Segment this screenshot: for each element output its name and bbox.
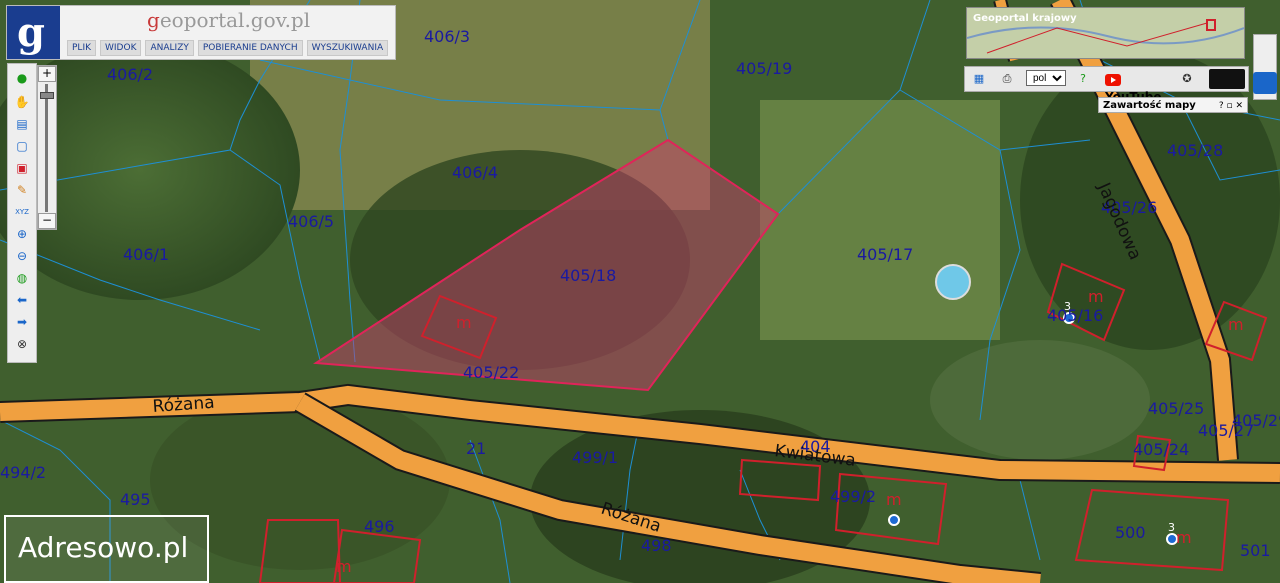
svg-text:m: m: [1088, 287, 1104, 306]
pan-hand-icon[interactable]: ✋: [14, 94, 30, 110]
plot-label: 494/2: [0, 463, 46, 482]
accessibility-icon[interactable]: ✪: [1179, 71, 1195, 87]
table-icon[interactable]: ▦: [971, 71, 987, 87]
svg-text:m: m: [456, 313, 472, 332]
zoom-minus-button[interactable]: −: [38, 213, 56, 229]
zoom-track: [45, 84, 48, 212]
zoom-plus-button[interactable]: +: [38, 66, 56, 82]
watermark-text: Adresowo.pl: [18, 531, 189, 564]
xyz-coordinates-icon[interactable]: XYZ: [14, 204, 30, 220]
geoportal-header: g geoportal.gov.pl PLIK WIDOK ANALIZY PO…: [6, 5, 396, 60]
plot-label: 406/2: [107, 65, 153, 84]
plot-label: 405/22: [463, 363, 519, 382]
plot-label: 406/4: [452, 163, 498, 182]
forward-arrow-icon[interactable]: ➡: [14, 314, 30, 330]
right-toolbar: ▦ ⎙ pol ? YouTube ✪: [964, 66, 1249, 104]
map-toolbar: ● ✋ ▤ ▢ ▣ ✎ XYZ ⊕ ⊖ ◍ ⬅ ➡ ⊗: [7, 63, 37, 363]
contents-panel-title: Zawartość mapy: [1103, 100, 1196, 111]
adresowo-watermark: Adresowo.pl: [4, 515, 209, 583]
back-arrow-icon[interactable]: ⬅: [14, 292, 30, 308]
menu-analizy[interactable]: ANALIZY: [145, 40, 194, 56]
zoom-out-icon[interactable]: ⊖: [14, 248, 30, 264]
menu-widok[interactable]: WIDOK: [100, 40, 142, 56]
info-icon[interactable]: ●: [14, 70, 30, 86]
overview-map[interactable]: Geoportal krajowy: [966, 7, 1245, 59]
plot-label: 498: [641, 536, 672, 555]
help-icon[interactable]: ?: [1075, 71, 1091, 87]
plot-label: 406/5: [288, 212, 334, 231]
plot-label: 499/1: [572, 448, 618, 467]
plot-label: 405/19: [736, 59, 792, 78]
svg-text:m: m: [1228, 315, 1244, 334]
plot-label: 405/18: [560, 266, 616, 285]
site-title-rest: eoportal.gov.pl: [159, 8, 311, 32]
plot-label: 405/24: [1133, 440, 1189, 459]
svg-text:3: 3: [1064, 300, 1071, 313]
plot-label: 406/1: [123, 245, 169, 264]
clear-selection-icon[interactable]: ▣: [14, 160, 30, 176]
map-contents-panel[interactable]: Zawartość mapy ? ▫ ✕: [1098, 97, 1248, 113]
globe-icon[interactable]: ◍: [14, 270, 30, 286]
zoom-in-icon[interactable]: ⊕: [14, 226, 30, 242]
pencil-icon[interactable]: ✎: [14, 182, 30, 198]
svg-text:3: 3: [1168, 521, 1175, 534]
contents-panel-controls[interactable]: ? ▫ ✕: [1219, 98, 1243, 114]
logo-letter: g: [17, 9, 45, 56]
svg-text:m: m: [336, 557, 352, 576]
main-menu: PLIK WIDOK ANALIZY POBIERANIE DANYCH WYS…: [67, 40, 389, 56]
full-extent-icon[interactable]: ⊗: [14, 336, 30, 352]
zoom-slider[interactable]: + −: [37, 65, 57, 230]
print-icon[interactable]: ⎙: [999, 71, 1015, 87]
plot-label: 499/2: [830, 487, 876, 506]
plot-label: 406/3: [424, 27, 470, 46]
plot-label: 405/25: [1148, 399, 1204, 418]
plot-label: 495: [120, 490, 151, 509]
geoportal-logo[interactable]: g: [7, 6, 60, 59]
svg-text:m: m: [886, 490, 902, 509]
plot-label: 405/28: [1167, 141, 1223, 160]
plot-label: 496: [364, 517, 395, 536]
plot-label: 500: [1115, 523, 1146, 542]
select-area-icon[interactable]: ▢: [14, 138, 30, 154]
menu-plik[interactable]: PLIK: [67, 40, 96, 56]
overview-title: Geoportal krajowy: [973, 13, 1077, 24]
plot-label: 405/17: [857, 245, 913, 264]
plot-label: 405/16: [1047, 306, 1103, 325]
legend-icon[interactable]: ▤: [14, 116, 30, 132]
svg-text:m: m: [1176, 528, 1192, 547]
plot-label: 405/27: [1198, 421, 1254, 440]
pool: [935, 264, 971, 300]
menu-wyszukiwania[interactable]: WYSZUKIWANIA: [306, 40, 389, 56]
plot-label: 501: [1240, 541, 1271, 560]
zoom-handle[interactable]: [40, 92, 54, 99]
site-title: geoportal.gov.pl: [147, 8, 310, 32]
site-title-prefix: g: [147, 8, 160, 32]
menu-pobieranie-danych[interactable]: POBIERANIE DANYCH: [197, 40, 303, 56]
youtube-link[interactable]: YouTube: [1105, 70, 1167, 104]
language-select[interactable]: pol: [1026, 70, 1066, 86]
plot-label: 21: [466, 439, 486, 458]
visibility-eye-icon[interactable]: [1253, 72, 1277, 94]
tree-cluster: [930, 340, 1150, 460]
youtube-icon: [1105, 73, 1121, 86]
high-contrast-eye-icon[interactable]: [1209, 69, 1245, 89]
garden-area: [760, 100, 1000, 340]
